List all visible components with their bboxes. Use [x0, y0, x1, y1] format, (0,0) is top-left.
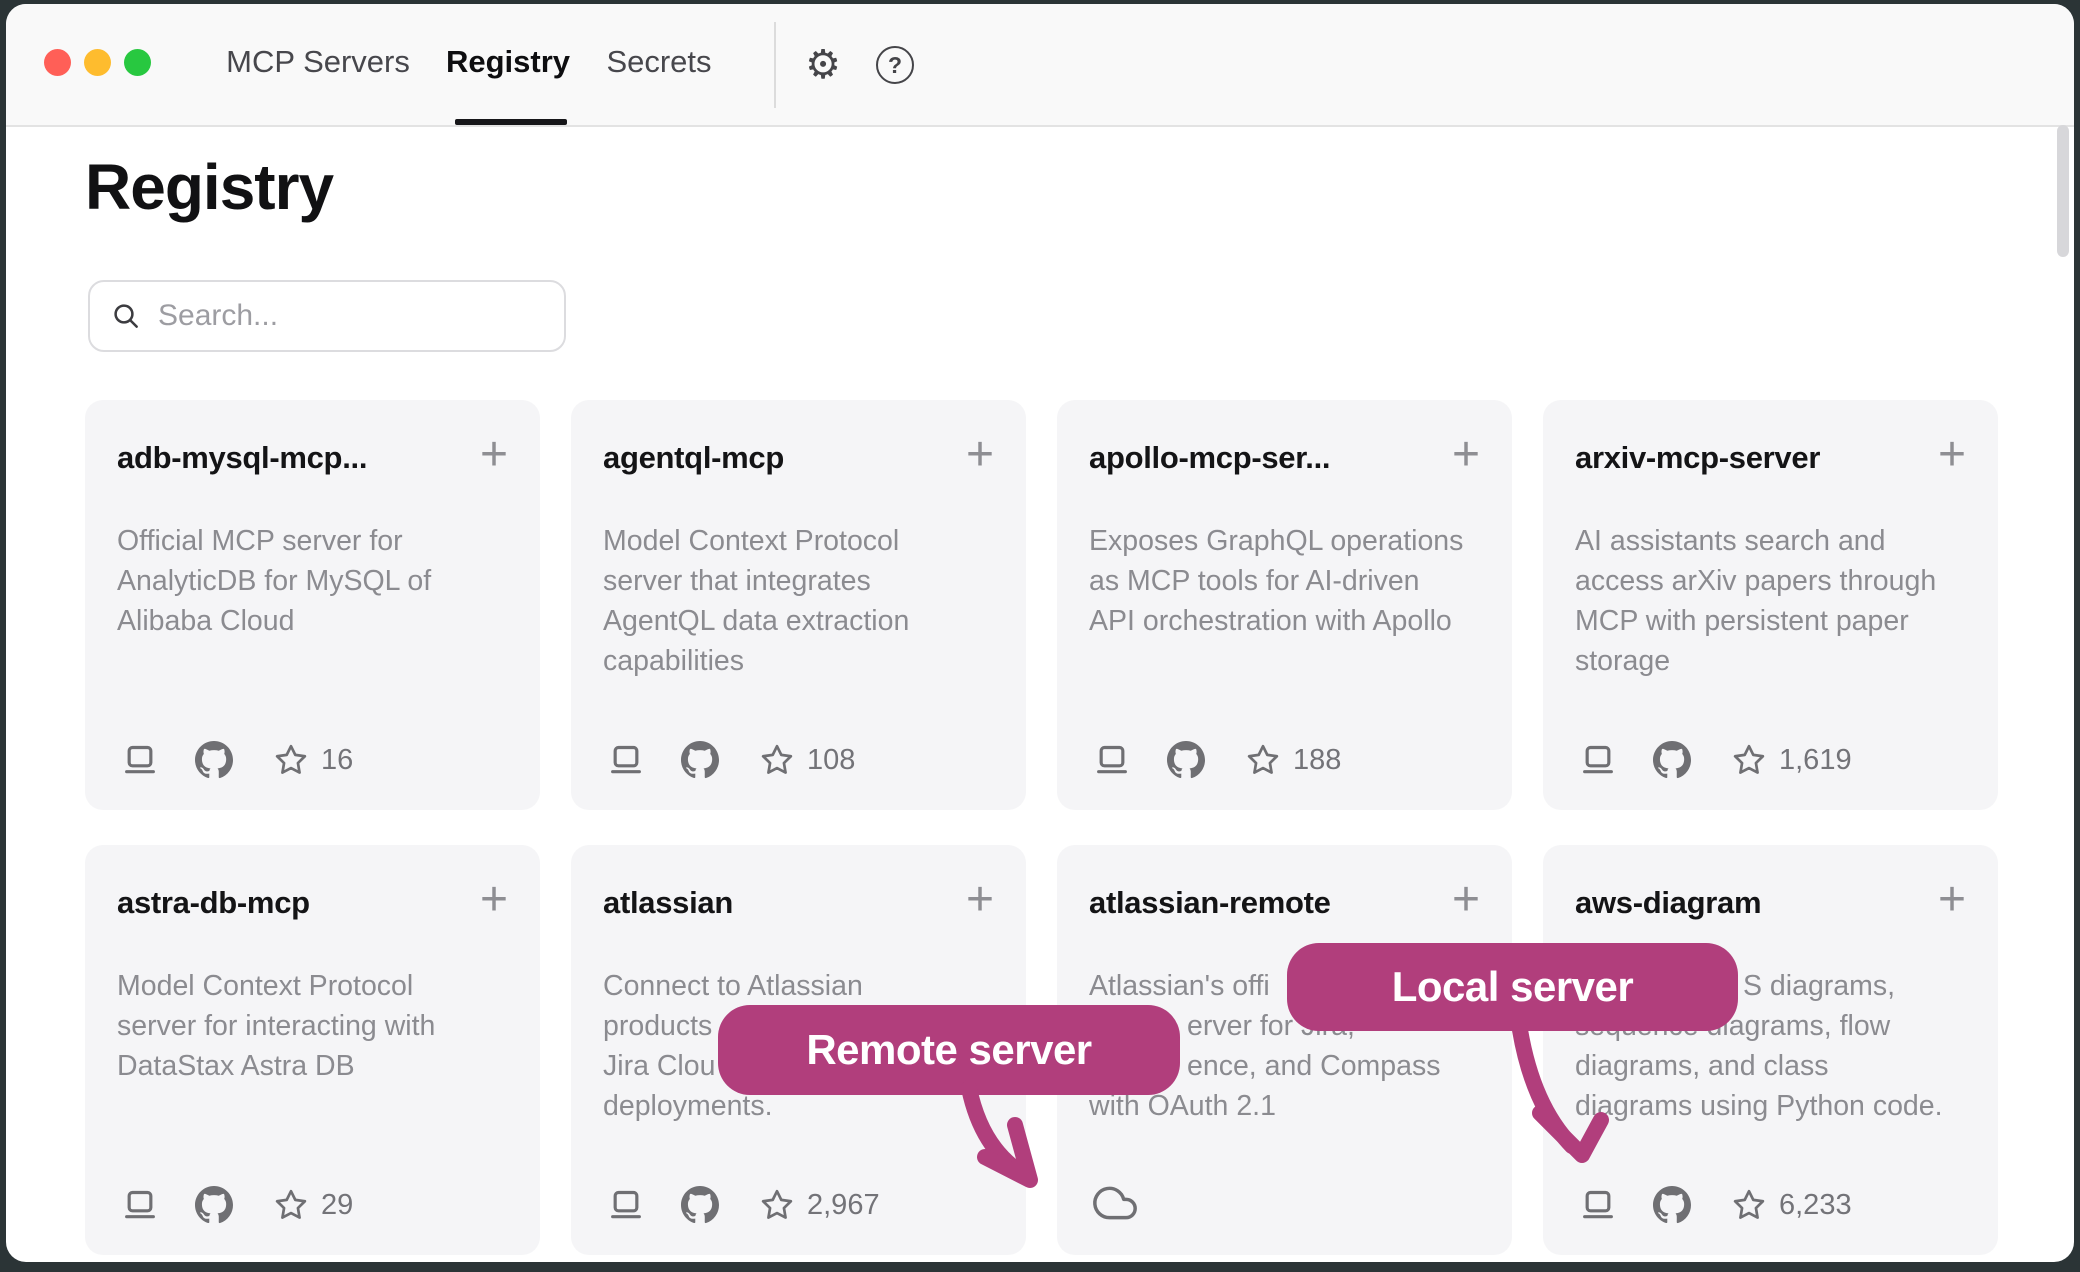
laptop-icon — [603, 740, 649, 780]
star-icon — [1731, 1187, 1767, 1223]
server-card-arxiv-mcp-server[interactable]: arxiv-mcp-server + AI assistants search … — [1543, 400, 1998, 810]
server-name: aws-diagram — [1575, 885, 1761, 921]
star-count: 2,967 — [807, 1189, 880, 1222]
star-count: 108 — [807, 744, 855, 777]
add-server-button[interactable]: + — [1938, 440, 1966, 470]
title-bar: MCP Servers Registry Secrets ⚙ ? — [6, 4, 2074, 127]
card-footer: 29 — [117, 1185, 353, 1225]
server-card-astra-db-mcp[interactable]: astra-db-mcp + Model Context Protocolser… — [85, 845, 540, 1255]
server-description: Model Context Protocolserver that integr… — [603, 521, 994, 681]
laptop-icon — [1575, 1185, 1621, 1225]
add-server-button[interactable]: + — [1452, 440, 1480, 470]
settings-gear-icon[interactable]: ⚙ — [800, 42, 846, 88]
card-footer: 1,619 — [1575, 740, 1852, 780]
github-icon — [195, 741, 233, 779]
star-icon — [759, 742, 795, 778]
search-box — [88, 280, 566, 352]
card-footer: 2,967 — [603, 1185, 880, 1225]
star-icon — [759, 1187, 795, 1223]
tab-mcp-servers[interactable]: MCP Servers — [226, 44, 410, 80]
server-description: AI assistants search andaccess arXiv pap… — [1575, 521, 1966, 681]
add-server-button[interactable]: + — [1938, 885, 1966, 915]
close-window-button[interactable] — [44, 49, 71, 76]
card-footer: 188 — [1089, 740, 1341, 780]
page-title: Registry — [85, 150, 333, 224]
card-footer: 108 — [603, 740, 855, 780]
add-server-button[interactable]: + — [966, 885, 994, 915]
card-footer — [1089, 1181, 1141, 1225]
server-card-agentql-mcp[interactable]: agentql-mcp + Model Context Protocolserv… — [571, 400, 1026, 810]
star-icon — [273, 742, 309, 778]
search-icon — [110, 300, 142, 332]
app-window: MCP Servers Registry Secrets ⚙ ? Registr… — [6, 4, 2074, 1262]
server-name: apollo-mcp-ser... — [1089, 440, 1330, 476]
card-footer: 16 — [117, 740, 353, 780]
laptop-icon — [117, 1185, 163, 1225]
active-tab-underline — [455, 119, 567, 125]
github-icon — [1167, 741, 1205, 779]
star-count: 188 — [1293, 744, 1341, 777]
server-card-apollo-mcp-server[interactable]: apollo-mcp-ser... + Exposes GraphQL oper… — [1057, 400, 1512, 810]
add-server-button[interactable]: + — [480, 440, 508, 470]
server-name: atlassian-remote — [1089, 885, 1331, 921]
star-count: 1,619 — [1779, 744, 1852, 777]
server-description: Model Context Protocolserver for interac… — [117, 966, 508, 1086]
server-card-grid: adb-mysql-mcp... + Official MCP server f… — [85, 400, 1998, 1255]
tab-secrets[interactable]: Secrets — [606, 44, 711, 80]
remote-server-callout: Remote server — [718, 1005, 1180, 1095]
github-icon — [1653, 741, 1691, 779]
server-name: atlassian — [603, 885, 733, 921]
card-footer: 6,233 — [1575, 1185, 1852, 1225]
server-card-adb-mysql-mcp[interactable]: adb-mysql-mcp... + Official MCP server f… — [85, 400, 540, 810]
github-icon — [681, 741, 719, 779]
star-count: 16 — [321, 744, 353, 777]
server-card-aws-diagram[interactable]: aws-diagram + S diagrams, sequence diagr… — [1543, 845, 1998, 1255]
star-count: 6,233 — [1779, 1189, 1852, 1222]
laptop-icon — [117, 740, 163, 780]
laptop-icon — [1089, 740, 1135, 780]
star-icon — [273, 1187, 309, 1223]
cloud-icon — [1089, 1181, 1141, 1225]
minimize-window-button[interactable] — [84, 49, 111, 76]
github-icon — [1653, 1186, 1691, 1224]
star-icon — [1245, 742, 1281, 778]
star-icon — [1731, 742, 1767, 778]
add-server-button[interactable]: + — [966, 440, 994, 470]
laptop-icon — [603, 1185, 649, 1225]
add-server-button[interactable]: + — [1452, 885, 1480, 915]
tab-registry[interactable]: Registry — [446, 44, 570, 80]
help-icon[interactable]: ? — [872, 42, 918, 88]
server-name: arxiv-mcp-server — [1575, 440, 1820, 476]
header-divider — [774, 22, 776, 108]
server-description: Official MCP server forAnalyticDB for My… — [117, 521, 508, 641]
server-description: Exposes GraphQL operationsas MCP tools f… — [1089, 521, 1480, 641]
star-count: 29 — [321, 1189, 353, 1222]
server-name: agentql-mcp — [603, 440, 784, 476]
scrollbar-thumb[interactable] — [2057, 125, 2069, 257]
github-icon — [195, 1186, 233, 1224]
laptop-icon — [1575, 740, 1621, 780]
local-server-callout: Local server — [1287, 943, 1738, 1031]
add-server-button[interactable]: + — [480, 885, 508, 915]
server-name: adb-mysql-mcp... — [117, 440, 367, 476]
traffic-lights — [44, 49, 151, 76]
github-icon — [681, 1186, 719, 1224]
server-name: astra-db-mcp — [117, 885, 310, 921]
zoom-window-button[interactable] — [124, 49, 151, 76]
search-input[interactable] — [158, 299, 544, 333]
